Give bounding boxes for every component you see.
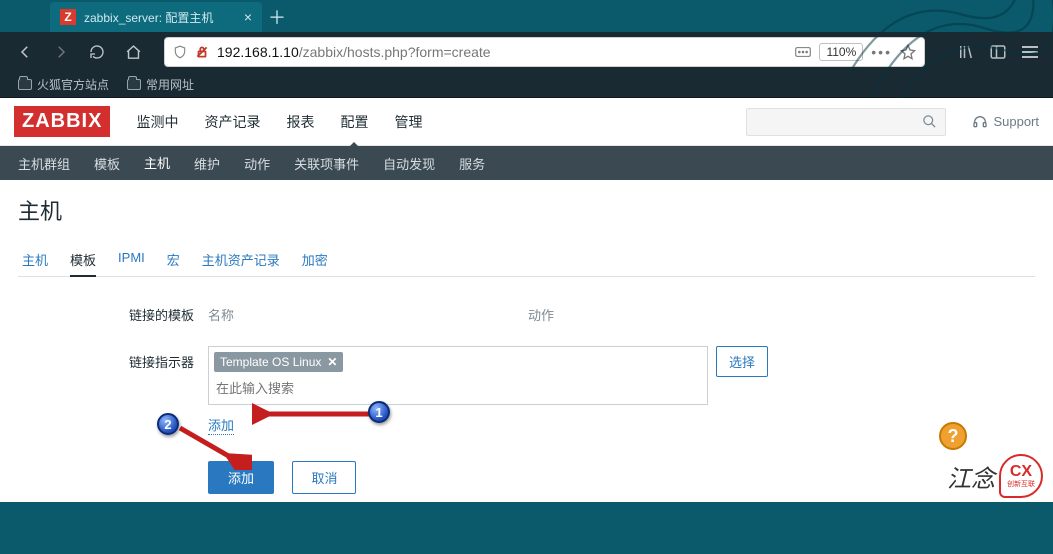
zabbix-top-nav: ZABBIX 监测中 资产记录 报表 配置 管理 Support — [0, 98, 1053, 146]
subnav-services[interactable]: 服务 — [459, 154, 485, 173]
subnav-correlation[interactable]: 关联项事件 — [294, 154, 359, 173]
subnav-maintenance[interactable]: 维护 — [194, 154, 220, 173]
url-host: 192.168.1.10 — [217, 44, 299, 60]
shield-icon — [173, 45, 187, 59]
subnav-actions[interactable]: 动作 — [244, 154, 270, 173]
template-multiselect[interactable]: Template OS Linux ✕ — [208, 346, 708, 405]
forward-button[interactable] — [46, 37, 76, 67]
page-content: ZABBIX 监测中 资产记录 报表 配置 管理 Support 主机群组 模板… — [0, 98, 1053, 502]
url-bar[interactable]: 192.168.1.10/zabbix/hosts.php?form=creat… — [164, 37, 925, 67]
linked-templates-label: 链接的模板 — [18, 299, 208, 324]
cancel-button[interactable]: 取消 — [292, 461, 356, 494]
bookmark-star-icon[interactable] — [900, 44, 916, 60]
tab-macros[interactable]: 宏 — [167, 244, 180, 276]
nav-inventory[interactable]: 资产记录 — [204, 112, 260, 132]
link-selector-label: 链接指示器 — [18, 346, 208, 371]
search-icon — [922, 114, 937, 129]
linked-templates-header: 名称 动作 — [208, 299, 808, 330]
bookmark-item[interactable]: 常用网址 — [127, 76, 194, 93]
inline-add-link[interactable]: 添加 — [208, 418, 234, 435]
zabbix-favicon: Z — [60, 9, 76, 25]
select-template-button[interactable]: 选择 — [716, 346, 768, 377]
new-tab-button[interactable]: ＋ — [262, 2, 292, 32]
tab-ipmi[interactable]: IPMI — [118, 244, 145, 276]
folder-icon — [127, 79, 141, 90]
meatball-icon[interactable]: ••• — [871, 44, 892, 60]
page-title: 主机 — [18, 194, 1035, 226]
tab-host[interactable]: 主机 — [22, 244, 48, 276]
subnav-hosts[interactable]: 主机 — [144, 153, 170, 183]
tab-encryption[interactable]: 加密 — [302, 244, 328, 276]
submit-button[interactable]: 添加 — [208, 461, 274, 494]
template-search-input[interactable] — [214, 378, 702, 399]
subnav-templates[interactable]: 模板 — [94, 154, 120, 173]
tab-inventory[interactable]: 主机资产记录 — [202, 244, 280, 276]
zabbix-sub-nav: 主机群组 模板 主机 维护 动作 关联项事件 自动发现 服务 — [0, 146, 1053, 180]
template-tag: Template OS Linux ✕ — [214, 352, 343, 372]
subnav-hostgroups[interactable]: 主机群组 — [18, 154, 70, 173]
url-path: /zabbix/hosts.php?form=create — [299, 44, 491, 60]
insecure-lock-icon — [195, 45, 209, 59]
menu-icon[interactable] — [1017, 39, 1043, 65]
nav-monitoring[interactable]: 监测中 — [136, 112, 178, 132]
global-search[interactable] — [746, 108, 946, 136]
tab-title: zabbix_server: 配置主机 — [84, 9, 236, 26]
zabbix-logo[interactable]: ZABBIX — [14, 106, 110, 137]
remove-tag-icon[interactable]: ✕ — [327, 355, 337, 369]
reader-icon[interactable] — [795, 46, 811, 58]
nav-reports[interactable]: 报表 — [286, 112, 314, 132]
bookmarks-bar: 火狐官方站点 常用网址 — [0, 72, 1053, 98]
subnav-discovery[interactable]: 自动发现 — [383, 154, 435, 173]
nav-administration[interactable]: 管理 — [394, 112, 422, 132]
zoom-indicator[interactable]: 110% — [819, 43, 863, 61]
sidebar-toggle-icon[interactable] — [985, 39, 1011, 65]
support-link[interactable]: Support — [972, 114, 1039, 130]
form-tabs: 主机 模板 IPMI 宏 主机资产记录 加密 — [18, 244, 1035, 277]
close-tab-icon[interactable]: × — [244, 9, 252, 25]
nav-configuration[interactable]: 配置 — [340, 112, 368, 132]
reload-button[interactable] — [82, 37, 112, 67]
browser-nav-bar: 192.168.1.10/zabbix/hosts.php?form=creat… — [0, 32, 1053, 72]
headset-icon — [972, 114, 988, 130]
folder-icon — [18, 79, 32, 90]
library-icon[interactable] — [953, 39, 979, 65]
browser-tab-strip: Z zabbix_server: 配置主机 × ＋ — [0, 0, 1053, 32]
watermark: 江念 CX 创新互联 — [947, 454, 1043, 498]
bookmark-item[interactable]: 火狐官方站点 — [18, 76, 109, 93]
browser-tab-active[interactable]: Z zabbix_server: 配置主机 × — [50, 2, 262, 32]
back-button[interactable] — [10, 37, 40, 67]
home-button[interactable] — [118, 37, 148, 67]
tab-templates[interactable]: 模板 — [70, 244, 96, 277]
